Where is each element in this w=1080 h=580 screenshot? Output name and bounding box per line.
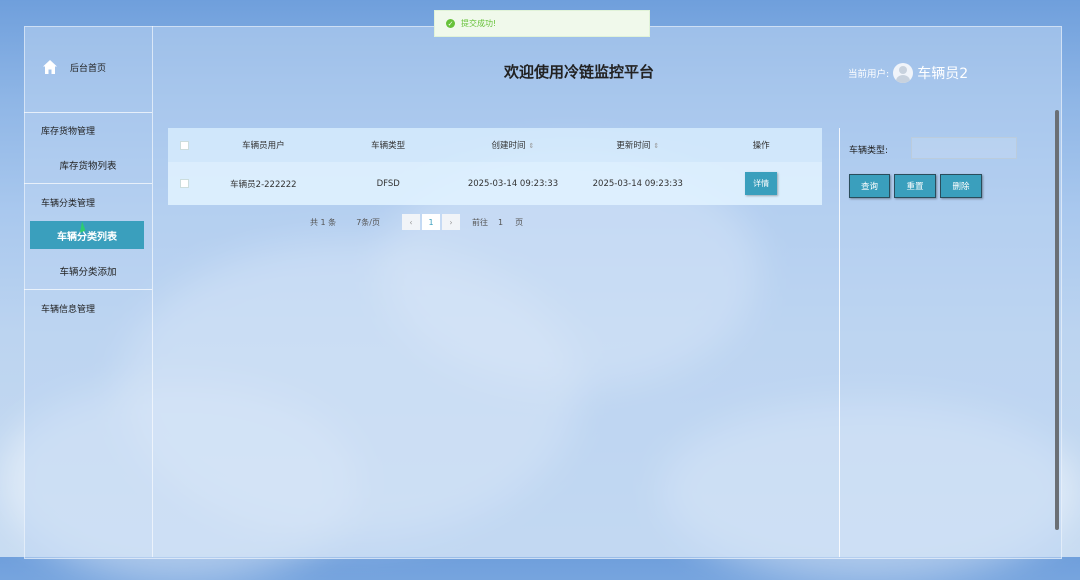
current-user-label: 当前用户: — [848, 69, 890, 80]
detail-button[interactable]: 详情 — [745, 172, 778, 195]
menu-group-inventory[interactable]: 库存货物管理 — [41, 124, 95, 137]
column-header-created[interactable]: 创建时间 ⇕ — [451, 139, 576, 151]
divider — [24, 289, 152, 290]
cell-type: DFSD — [376, 178, 400, 189]
vertical-scrollbar[interactable] — [1055, 110, 1059, 530]
filter-type-input[interactable] — [911, 137, 1017, 159]
divider — [839, 128, 840, 557]
menu-item-inventory-list[interactable]: 库存货物列表 — [24, 158, 152, 172]
sort-icon[interactable]: ⇕ — [653, 142, 659, 150]
column-header-action: 操作 — [752, 141, 770, 151]
page-number-current[interactable]: 1 — [421, 214, 440, 230]
column-header-user: 车辆员用户 — [242, 141, 285, 151]
cell-created: 2025-03-14 09:23:33 — [467, 178, 559, 189]
divider — [24, 183, 152, 184]
next-page-icon[interactable]: › — [441, 214, 460, 230]
menu-item-vehicle-category-add[interactable]: 车辆分类添加 — [24, 264, 152, 278]
delete-button[interactable]: 删除 — [940, 174, 982, 198]
cell-user: 车辆员2-222222 — [230, 179, 297, 190]
sort-icon[interactable]: ⇕ — [529, 142, 535, 150]
sidebar-home-link[interactable]: 后台首页 — [42, 59, 106, 75]
data-table: 车辆员用户 车辆类型 创建时间 ⇕ 更新时间 ⇕ 操作 车辆员2-222222 DF… — [168, 128, 822, 205]
check-circle-icon: ✓ — [446, 19, 455, 28]
menu-item-vehicle-category-list[interactable]: 车辆分类列表 — [30, 221, 144, 249]
sidebar: 后台首页 库存货物管理 库存货物列表 车辆分类管理 车辆分类列表 车辆分类添加 … — [24, 26, 153, 557]
filter-type-label: 车辆类型: — [849, 146, 889, 156]
prev-page-icon[interactable]: ‹ — [401, 214, 420, 230]
home-label: 后台首页 — [70, 63, 107, 74]
pagination: 共 1 条 7条/页 ‹ 1 › 前往 1 页 — [310, 214, 523, 230]
menu-group-vehicle-info[interactable]: 车辆信息管理 — [41, 302, 95, 315]
main-panel — [24, 26, 1062, 559]
row-checkbox[interactable] — [180, 179, 189, 188]
cell-updated: 2025-03-14 09:23:33 — [592, 178, 683, 189]
search-button[interactable]: 查询 — [849, 174, 890, 198]
menu-group-vehicle-category[interactable]: 车辆分类管理 — [41, 196, 95, 209]
success-toast: ✓ 提交成功! — [434, 10, 650, 37]
toast-text: 提交成功! — [461, 19, 497, 28]
current-user: 当前用户: 车辆员2 — [848, 63, 968, 83]
pagination-total: 共 1 条 — [310, 217, 337, 227]
select-all-checkbox[interactable] — [180, 140, 189, 150]
table-row: 车辆员2-222222 DFSD 2025-03-14 09:23:33 202… — [168, 162, 822, 205]
goto-page-input[interactable]: 1 — [498, 218, 503, 227]
column-header-created-label: 创建时间 — [491, 141, 526, 151]
page-unit-label: 页 — [515, 217, 524, 227]
column-header-updated-label: 更新时间 — [616, 141, 651, 151]
divider — [24, 112, 152, 113]
avatar — [893, 63, 914, 83]
page-title: 欢迎使用冷链监控平台 — [504, 63, 655, 81]
table-header: 车辆员用户 车辆类型 创建时间 ⇕ 更新时间 ⇕ 操作 — [168, 128, 822, 162]
page-size-select[interactable]: 7条/页 — [356, 217, 380, 228]
goto-label: 前往 — [471, 217, 488, 227]
cell-action: 详情 — [700, 172, 822, 195]
column-header-updated[interactable]: 更新时间 ⇕ — [575, 139, 700, 151]
current-user-name: 车辆员2 — [917, 66, 969, 82]
column-header-type: 车辆类型 — [371, 141, 406, 151]
reset-button[interactable]: 重置 — [894, 174, 936, 198]
home-icon — [43, 60, 57, 74]
